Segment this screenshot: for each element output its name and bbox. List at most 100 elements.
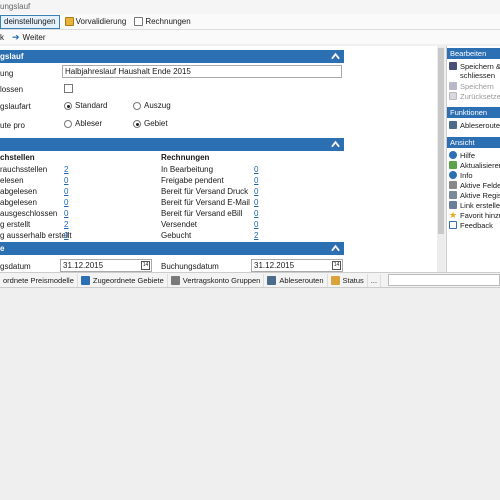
tab-price-models[interactable]: ordnete Preismodelle (0, 273, 78, 287)
left-row-value[interactable]: 0 (64, 176, 68, 185)
tab-grundeinstellungen[interactable]: deinstellungen (0, 14, 60, 29)
help-button[interactable]: Hilfe (449, 150, 500, 160)
add-favorite-button[interactable]: ★ Favorit hinzu (449, 210, 500, 220)
tab-status[interactable]: Status (328, 273, 368, 287)
run-type-standard-radio[interactable] (64, 102, 72, 110)
action-label: Aktive Regist (460, 190, 500, 200)
tab-rechnungen[interactable]: Rechnungen (131, 15, 193, 29)
closed-checkbox[interactable] (64, 84, 73, 93)
tab-bar: deinstellungen Vorvalidierung Rechnungen (0, 14, 500, 30)
section-title: gslauf (0, 52, 24, 61)
right-row-label: Gebucht (161, 231, 192, 240)
left-row-value[interactable]: 0 (64, 209, 68, 218)
refresh-button[interactable]: Aktualisieren (449, 160, 500, 170)
run-type-auszug-radio[interactable] (133, 102, 141, 110)
left-row-label: abgelesen (0, 187, 37, 196)
route-ableser-radio[interactable] (64, 120, 72, 128)
right-row-value[interactable]: 0 (254, 220, 258, 229)
left-row-label: g ausserhalb erstellt (0, 231, 72, 240)
active-registers-button[interactable]: Aktive Regist (449, 190, 500, 200)
star-icon: ★ (449, 210, 458, 220)
right-row-value[interactable]: 2 (254, 231, 258, 240)
route-label: ute pro (0, 121, 25, 130)
route-gebiet-label: Gebiet (144, 119, 168, 128)
create-link-button[interactable]: Link erstellen (449, 200, 500, 210)
route-gebiet-radio[interactable] (133, 120, 141, 128)
action-label: Favorit hinzu (460, 210, 500, 220)
reading-routes-button[interactable]: Ableserouten (449, 120, 500, 130)
tab-reading-routes[interactable]: Ableserouten (264, 273, 328, 287)
right-row-label: Bereit für Versand Druck (161, 187, 249, 196)
right-row-label: Bereit für Versand E-Mail (161, 198, 250, 207)
route-icon (449, 121, 457, 129)
section-header-status[interactable] (0, 138, 344, 151)
left-row-value[interactable]: 0 (64, 198, 68, 207)
action-label: Info (460, 170, 473, 180)
save-button[interactable]: Speichern (449, 81, 500, 91)
save-close-button-line2[interactable]: schliessen (449, 70, 500, 80)
run-type-label: gslaufart (0, 102, 31, 111)
action-panel: Bearbeiten Speichern & schliessen Speich… (446, 46, 500, 272)
invoice-icon (134, 17, 144, 26)
group-header-ansicht: Ansicht (447, 137, 500, 148)
refresh-icon (449, 161, 457, 169)
right-row-value[interactable]: 0 (254, 176, 258, 185)
tab-label: Ableserouten (279, 275, 324, 285)
tab-contract-groups[interactable]: Vertragskonto Gruppen (168, 273, 265, 287)
wizard-nav: k ➔ Weiter (0, 30, 500, 44)
right-row-label: Freigabe pendent (161, 176, 224, 185)
description-input[interactable]: Halbjahreslauf Haushalt Ende 2015 (62, 65, 342, 78)
feedback-icon (449, 221, 457, 229)
right-row-value[interactable]: 0 (254, 187, 258, 196)
main-content: gslauf ung Halbjahreslauf Haushalt Ende … (0, 46, 445, 272)
checklist-icon (64, 17, 74, 26)
action-label: Aktive Felder (460, 180, 500, 190)
tab-assigned-areas[interactable]: Zugeordnete Gebiete (78, 273, 168, 287)
chevron-up-icon[interactable] (331, 244, 340, 252)
reset-button[interactable]: Zurücksetzen (449, 91, 500, 101)
chevron-up-icon[interactable] (331, 140, 340, 148)
right-row-value[interactable]: 0 (254, 165, 258, 174)
right-row-value[interactable]: 0 (254, 209, 258, 218)
left-row-label: g erstellt (0, 220, 31, 229)
closed-label: lossen (0, 85, 24, 94)
calendar-icon[interactable]: 14 (332, 261, 341, 270)
related-search-input[interactable] (388, 274, 500, 286)
right-row-value[interactable]: 0 (254, 198, 258, 207)
action-label: Link erstellen (460, 200, 500, 210)
action-label: Feedback (460, 220, 493, 230)
back-button[interactable]: k (0, 33, 4, 42)
date2-input[interactable]: 31.12.2015 (251, 259, 343, 272)
link-icon (449, 201, 457, 209)
feedback-button[interactable]: Feedback (449, 220, 500, 230)
help-icon (449, 151, 457, 159)
date1-input[interactable]: 31.12.2015 (60, 259, 152, 272)
date1-label: gsdatum (0, 262, 31, 271)
meter-points-header: chstellen (0, 153, 35, 162)
active-fields-button[interactable]: Aktive Felder (449, 180, 500, 190)
route-ableser-label: Ableser (75, 119, 103, 128)
left-row-value[interactable]: 2 (64, 220, 68, 229)
register-icon (449, 191, 457, 199)
tab-more[interactable]: ... (368, 273, 382, 287)
save-icon (449, 82, 457, 90)
house-icon (80, 275, 90, 285)
left-row-value[interactable]: 0 (64, 231, 68, 240)
calendar-icon[interactable]: 14 (141, 261, 150, 270)
route-icon (267, 275, 277, 285)
scrollbar-thumb[interactable] (438, 48, 444, 234)
left-row-value[interactable]: 0 (64, 187, 68, 196)
left-row-value[interactable]: 2 (64, 165, 68, 174)
section-header-abrechnungslauf[interactable]: gslauf (0, 50, 344, 63)
section-header-dates[interactable]: e (0, 242, 344, 255)
tab-label: ... (370, 275, 378, 285)
right-row-label: In Bearbeitung (161, 165, 214, 174)
content-scrollbar[interactable] (437, 46, 445, 272)
next-button[interactable]: Weiter (23, 33, 46, 42)
empty-area (0, 288, 500, 500)
info-button[interactable]: Info (449, 170, 500, 180)
chevron-up-icon[interactable] (331, 52, 340, 60)
status-icon (330, 275, 340, 285)
tab-vorvalidierung[interactable]: Vorvalidierung (62, 15, 130, 29)
